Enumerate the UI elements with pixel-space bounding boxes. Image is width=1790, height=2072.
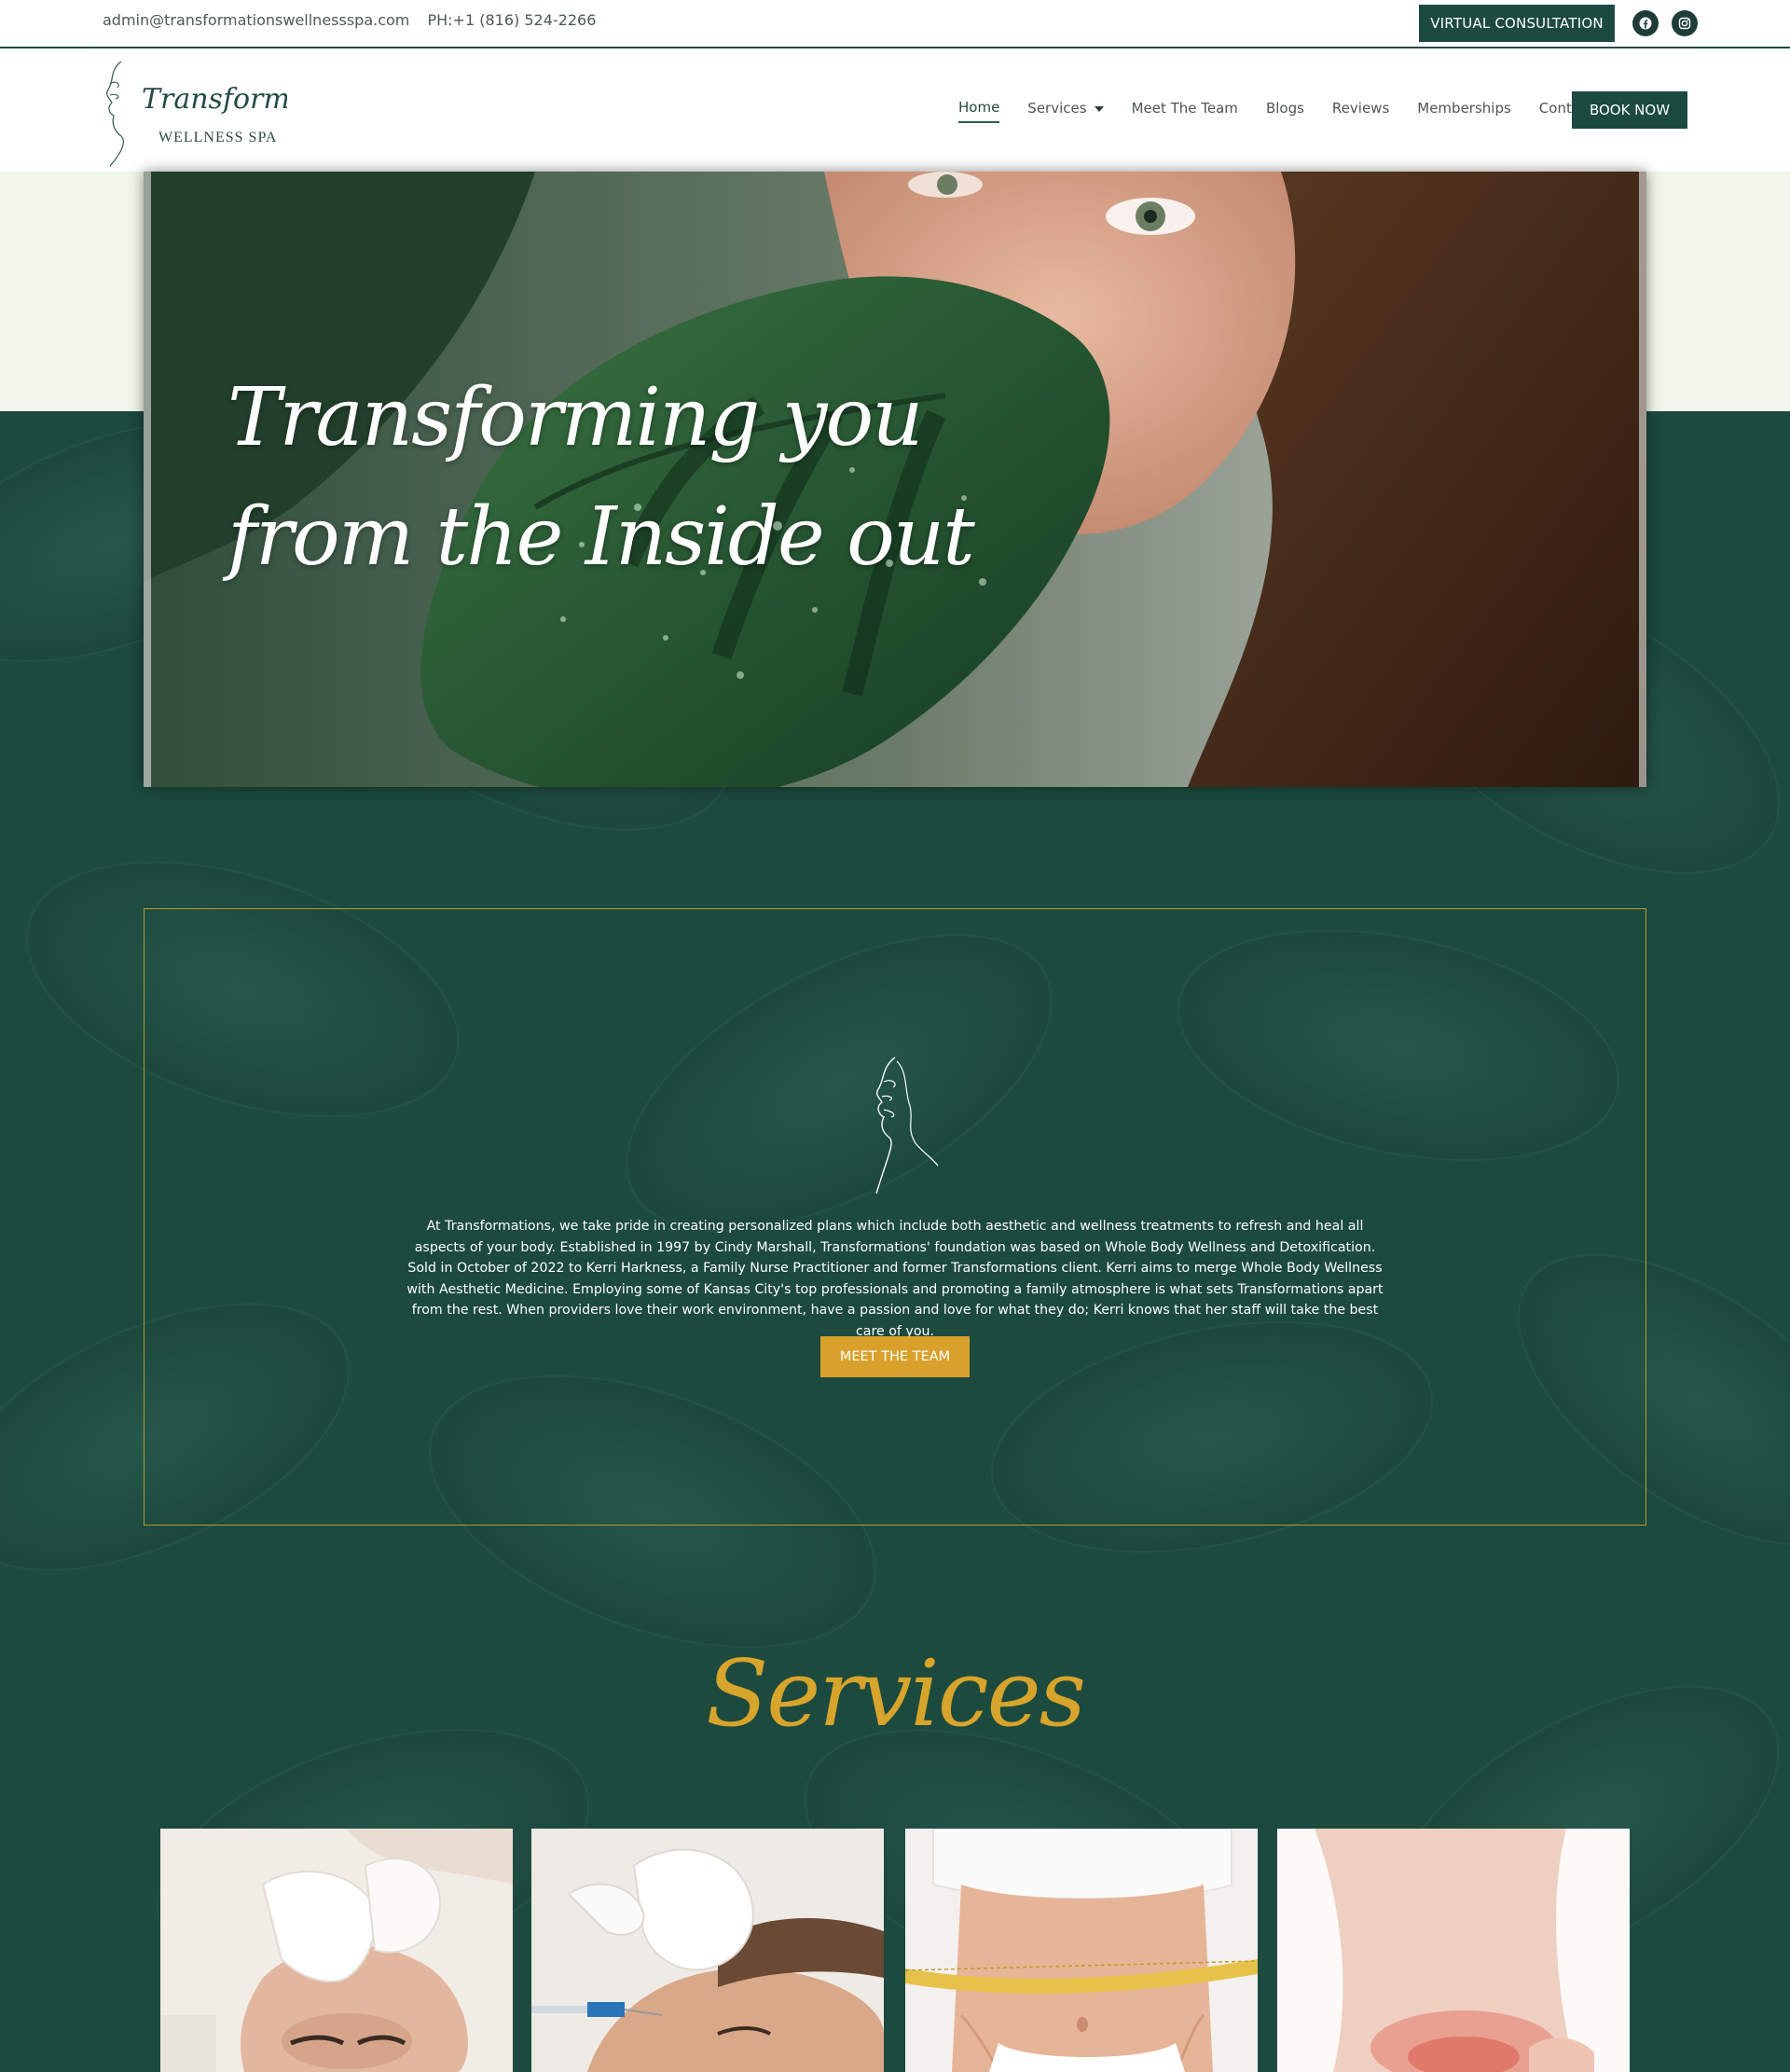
service-card-injectables[interactable] [531,1829,884,2072]
hero-banner: Transforming you from the Inside out [144,172,1646,787]
email-link[interactable]: admin@transformationswellnessspa.com [103,11,409,29]
top-bar: admin@transformationswellnessspa.com PH:… [0,0,1790,47]
contact-info: admin@transformationswellnessspa.com PH:… [103,11,609,29]
service-image-facial [160,1829,513,2072]
site-logo[interactable]: Transformations WELLNESS SPA [101,56,376,168]
service-image-body-contouring [1277,1829,1630,2072]
face-line-art-icon [848,1054,942,1199]
service-card-weight-loss[interactable] [905,1829,1258,2072]
nav-reviews[interactable]: Reviews [1332,100,1389,122]
nav-services-label: Services [1027,100,1087,117]
nav-home[interactable]: Home [958,99,1000,123]
nav-blogs[interactable]: Blogs [1266,100,1304,122]
hero-title: Transforming you from the Inside out [227,358,975,597]
virtual-consultation-button[interactable]: VIRTUAL CONSULTATION [1419,5,1615,42]
logo-wordmark: Transformations [142,83,287,116]
service-image-injectables [531,1829,884,2072]
book-now-button[interactable]: BOOK NOW [1572,91,1687,129]
meet-the-team-button[interactable]: MEET THE TEAM [820,1336,970,1377]
service-card-body-contouring[interactable] [1277,1829,1630,2072]
service-image-weight-loss [905,1829,1258,2072]
phone-link[interactable]: PH:+1 (816) 524-2266 [427,11,596,29]
main-nav: Home Services Meet The Team Blogs Review… [958,99,1621,123]
about-paragraph: At Transformations, we take pride in cre… [406,1219,1384,1339]
nav-memberships[interactable]: Memberships [1417,100,1511,122]
service-card-facial[interactable] [160,1829,513,2072]
nav-meet-the-team[interactable]: Meet The Team [1132,100,1238,122]
main-header: Transformations WELLNESS SPA Home Servic… [0,48,1790,172]
logo-subtitle: WELLNESS SPA [158,130,277,145]
nav-services[interactable]: Services [1027,100,1104,122]
chevron-down-icon [1094,105,1104,112]
facebook-icon[interactable] [1632,10,1659,36]
hero-title-line2: from the Inside out [227,490,975,584]
hero-title-line1: Transforming you [227,371,924,464]
services-heading: Services [706,1641,1086,1747]
instagram-icon[interactable] [1672,10,1698,36]
